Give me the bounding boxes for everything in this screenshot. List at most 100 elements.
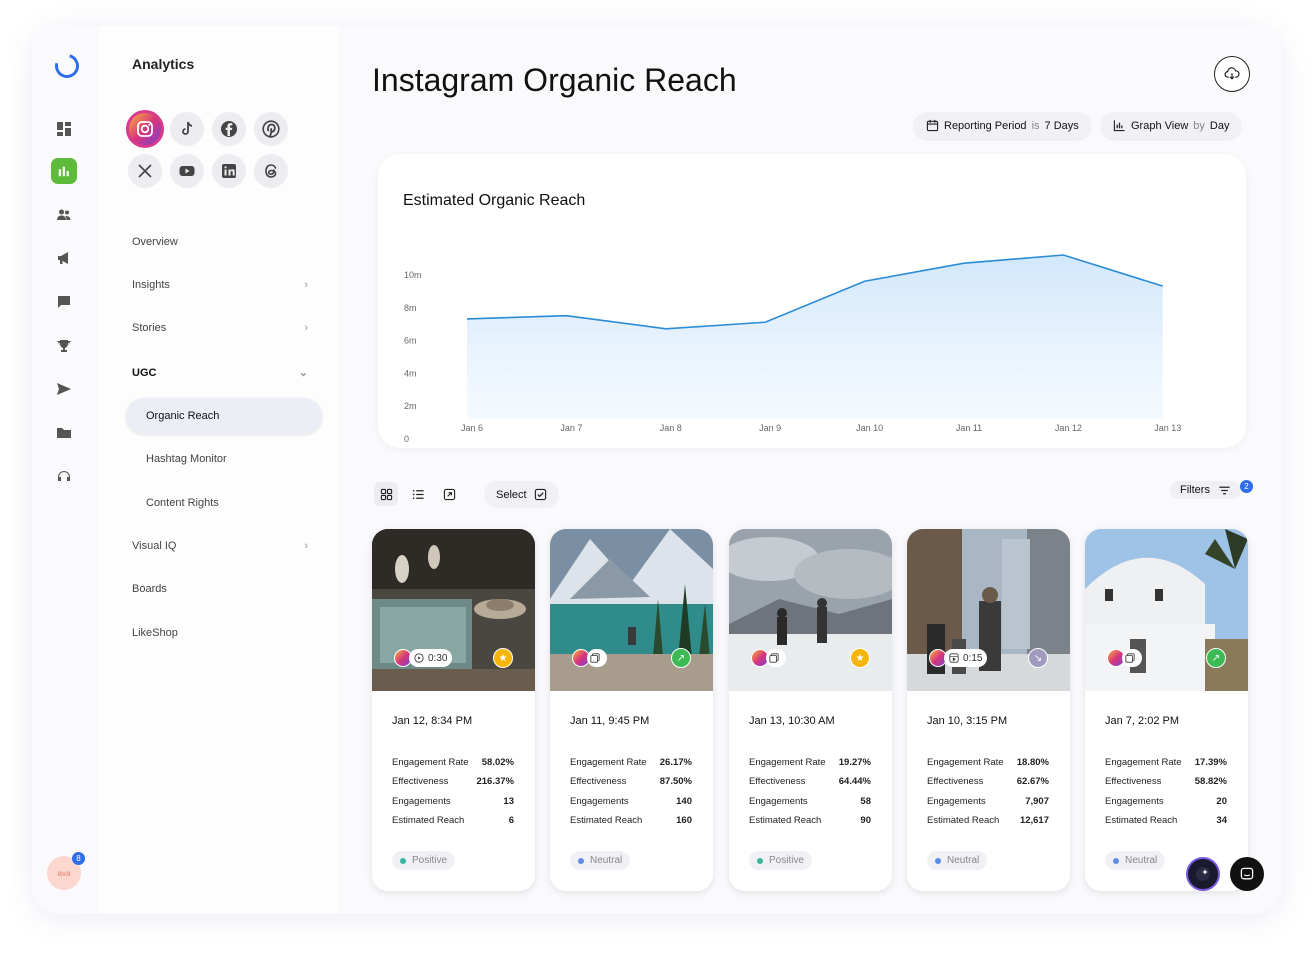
sentiment-badge: Positive [749,851,813,870]
reach-area [467,255,1163,419]
y-tick-label: 2m [404,401,417,411]
nav-hashtag-monitor[interactable]: Hashtag Monitor [146,453,227,465]
nav-content-rights[interactable]: Content Rights [146,497,219,509]
post-card[interactable]: 0:15 ↘ Jan 10, 3:15 PM Engagement Rate 18… [907,529,1070,891]
sentiment-badge: Positive [392,851,456,870]
facebook-icon [221,121,237,137]
x-tick-label: Jan 13 [1154,423,1181,433]
post-thumbnail[interactable] [372,529,535,691]
arrow-up-icon: ↗ [671,648,691,668]
filters-button[interactable]: Filters [1170,481,1241,499]
network-instagram[interactable] [126,110,164,148]
star-icon: ★ [493,648,513,668]
sidenav-title: Analytics [132,56,195,72]
y-tick-label: 8m [404,303,417,313]
post-thumbnail[interactable] [729,529,892,691]
network-linkedin[interactable] [212,154,246,188]
network-facebook[interactable] [212,112,246,146]
nav-visual-iq[interactable]: Visual IQ › [132,540,308,552]
metric-row: Engagement Rate 18.80% [927,757,1049,768]
post-date: Jan 13, 10:30 AM [749,715,835,727]
analytics-sidenav: Analytics Overview Insights › Stories › … [98,26,338,914]
filter-lines-icon [1219,486,1230,494]
community-icon[interactable] [53,204,75,226]
reporting-period-dropdown[interactable]: Reporting Period is 7 Days [914,112,1091,139]
nav-organic-reach[interactable]: Organic Reach [126,398,322,434]
analytics-icon[interactable] [51,158,77,184]
metric-row: Engagement Rate 58.02% [392,757,514,768]
post-thumbnail[interactable] [907,529,1070,691]
chat-button[interactable] [1230,857,1264,891]
sentiment-badge: Neutral [570,851,631,870]
y-tick-label: 4m [404,368,417,378]
reach-chart: 0 2m 4m 6m 8m 10m Jan 6 Jan 7 Jan 8 Jan 9 Jan 10 Ja… [404,254,1181,444]
megaphone-icon[interactable] [53,247,75,269]
post-card[interactable]: 0:30 ★ Jan 12, 8:34 PM Engagement Rate 58… [372,529,535,891]
chat-icon [1240,867,1254,880]
metric-row: Effectiveness 64.44% [749,776,871,787]
post-thumbnail[interactable] [1085,529,1248,691]
duration-badge: 0:15 [944,649,988,667]
x-tick-label: Jan 9 [759,423,781,433]
x-tick-label: Jan 7 [560,423,582,433]
grid-view-button[interactable] [374,482,398,506]
post-card[interactable]: ↗ Jan 7, 2:02 PM Engagement Rate 17.39% E… [1085,529,1248,891]
select-button[interactable]: Select [484,481,559,508]
y-tick-label: 10m [404,270,422,280]
x-icon [138,164,152,178]
network-x[interactable] [128,154,162,188]
metric-row: Estimated Reach 34 [1105,815,1227,826]
play-circle-icon [414,653,424,663]
dashboard-icon[interactable] [53,118,75,140]
metric-row: Estimated Reach 6 [392,815,514,826]
support-headset-icon[interactable] [53,465,75,487]
nav-ugc[interactable]: UGC ⌄ [132,366,308,380]
carousel-badge [766,649,786,667]
icon-rail: ava 8 [32,26,98,914]
list-view-button[interactable] [406,482,430,506]
nav-boards[interactable]: Boards [132,583,308,595]
star-icon: ★ [850,648,870,668]
nav-overview[interactable]: Overview [132,236,308,248]
comment-icon[interactable] [53,291,75,313]
metric-row: Engagements 7,907 [927,796,1049,807]
nav-insights[interactable]: Insights › [132,279,308,291]
instagram-icon [137,121,153,137]
post-card[interactable]: ↗ Jan 11, 9:45 PM Engagement Rate 26.17% … [550,529,713,891]
chevron-right-icon: › [304,279,308,291]
bar-chart-icon [1113,120,1125,132]
metric-row: Engagement Rate 17.39% [1105,757,1227,768]
arrow-up-icon: ↗ [1206,648,1226,668]
checkbox-icon [534,488,546,501]
post-card[interactable]: ★ Jan 13, 10:30 AM Engagement Rate 19.27%… [729,529,892,891]
notification-badge: 8 [72,852,85,865]
carousel-icon [590,653,600,663]
network-threads[interactable] [254,154,288,188]
carousel-badge [587,649,607,667]
expand-view-button[interactable] [437,482,461,506]
pinterest-icon [262,120,280,138]
folder-icon[interactable] [53,422,75,444]
app-logo-icon[interactable] [50,49,84,83]
post-date: Jan 7, 2:02 PM [1105,715,1179,727]
trophy-icon[interactable] [53,335,75,357]
nav-likeshop[interactable]: LikeShop [132,627,308,639]
chevron-down-icon: ⌄ [298,367,308,379]
metric-row: Engagements 140 [570,796,692,807]
arrow-down-icon: ↘ [1028,648,1048,668]
app-frame: ava 8 Analytics Overview Insights › Stor… [32,26,1282,914]
nav-stories[interactable]: Stories › [132,322,308,334]
network-youtube[interactable] [170,154,204,188]
sentiment-badge: Neutral [1105,851,1166,870]
metric-row: Effectiveness 62.67% [927,776,1049,787]
download-button[interactable] [1214,56,1250,92]
network-tiktok[interactable] [170,112,204,146]
post-thumbnail[interactable] [550,529,713,691]
linkedin-icon [222,164,236,178]
send-icon[interactable] [53,378,75,400]
network-pinterest[interactable] [254,112,288,146]
page-title: Instagram Organic Reach [372,62,737,98]
graph-view-dropdown[interactable]: Graph View by Day [1101,112,1242,139]
ai-assistant-button[interactable] [1186,857,1220,891]
threads-icon [265,164,277,178]
